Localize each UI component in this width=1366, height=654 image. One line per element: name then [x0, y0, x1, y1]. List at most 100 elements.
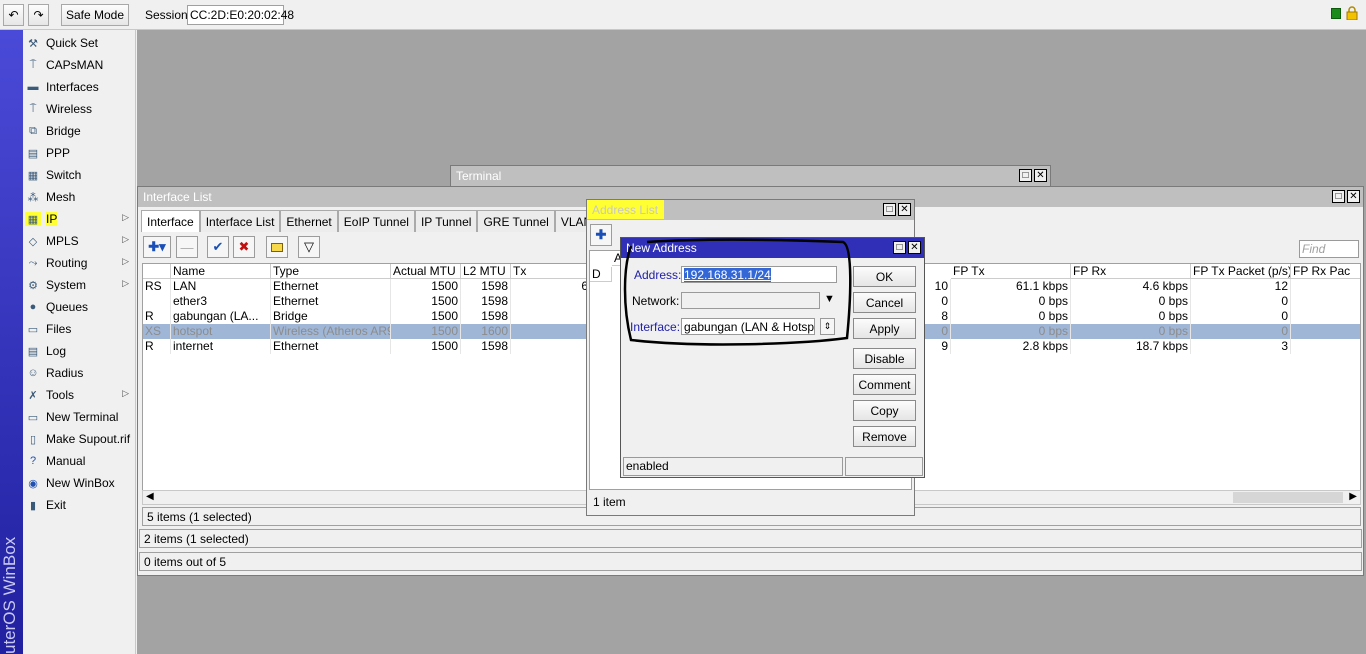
table-cell	[511, 309, 591, 324]
add-button[interactable]: ✚▾	[143, 236, 171, 258]
redo-button[interactable]: ↷	[28, 4, 49, 26]
menu-item-switch[interactable]: ▦ Switch	[25, 165, 133, 185]
menu-item-make-supout-rif[interactable]: ▯ Make Supout.rif	[25, 429, 133, 449]
address-col-d: D	[590, 267, 612, 282]
enable-button[interactable]: ✔	[207, 236, 229, 258]
menu-item-wireless[interactable]: ⍑ Wireless	[25, 99, 133, 119]
address-list-close-button[interactable]: ✕	[898, 203, 911, 216]
menu-item-radius[interactable]: ☺ Radius	[25, 363, 133, 383]
tab-ip-tunnel[interactable]: IP Tunnel	[414, 210, 478, 232]
table-cell: ether3	[171, 294, 271, 309]
column-header[interactable]: Name	[171, 264, 271, 279]
mesh-icon: ⁂	[27, 191, 39, 204]
session-field[interactable]: CC:2D:E0:20:02:48	[187, 5, 294, 25]
address-list-titlebar: Address List	[587, 200, 914, 220]
address-list-maximize-button[interactable]: □	[883, 203, 896, 216]
copy-button[interactable]: Copy	[853, 400, 916, 421]
apply-button[interactable]: Apply	[853, 318, 916, 339]
supout-icon: ▯	[29, 433, 37, 446]
address-list-status: 1 item	[589, 493, 912, 513]
capsman-icon: ⍑	[29, 58, 37, 71]
menu-item-label: Tools	[46, 388, 75, 402]
menu-item-ppp[interactable]: ▤ PPP	[25, 143, 133, 163]
table-cell: R	[143, 309, 171, 324]
menu-item-tools[interactable]: ✗ Tools ▷	[25, 385, 133, 405]
column-header[interactable]: FP Rx	[1071, 264, 1191, 279]
comment-button[interactable]: Comment	[853, 374, 916, 395]
brand-text: uterOS WinBox	[0, 536, 19, 654]
tab-interface-list[interactable]: Interface List	[199, 210, 281, 232]
ok-button[interactable]: OK	[853, 266, 916, 287]
column-header[interactable]: Actual MTU	[391, 264, 461, 279]
column-header[interactable]: FP Tx Packet (p/s)	[1191, 264, 1291, 279]
address-add-button[interactable]: ✚	[590, 224, 612, 246]
table-cell: 0	[1191, 294, 1291, 309]
table-cell: 0 bps	[951, 324, 1071, 339]
table-cell: 1598	[461, 339, 511, 354]
menu-item-mesh[interactable]: ⁂ Mesh	[25, 187, 133, 207]
menu-item-new-terminal[interactable]: ▭ New Terminal	[25, 407, 133, 427]
table-cell: Bridge	[271, 309, 391, 324]
scroll-thumb[interactable]	[1233, 492, 1343, 503]
remove-button[interactable]: —	[176, 236, 198, 258]
tab-interface[interactable]: Interface	[141, 210, 200, 232]
terminal-close-button[interactable]: ✕	[1034, 169, 1047, 182]
disable-button[interactable]: ✖	[233, 236, 255, 258]
find-input[interactable]: Find	[1299, 240, 1359, 258]
menu-item-bridge[interactable]: ⧉ Bridge	[25, 121, 133, 141]
column-header[interactable]: FP Rx Pac	[1291, 264, 1360, 279]
menu-item-routing[interactable]: ⤳ Routing ▷	[25, 253, 133, 273]
column-header[interactable]: Type	[271, 264, 391, 279]
menu-item-queues[interactable]: ● Queues	[25, 297, 133, 317]
menu-item-files[interactable]: ▭ Files	[25, 319, 133, 339]
tab-ethernet[interactable]: Ethernet	[280, 210, 338, 232]
column-header[interactable]: L2 MTU	[461, 264, 511, 279]
table-cell: XS	[143, 324, 171, 339]
menu-item-label: Manual	[46, 454, 86, 468]
menu-item-label: Bridge	[46, 124, 81, 138]
comment-button[interactable]	[266, 236, 288, 258]
menu-item-interfaces[interactable]: ▬ Interfaces	[25, 77, 133, 97]
redo-icon: ↷	[33, 8, 44, 22]
table-cell: 61.1 kbps	[951, 279, 1071, 294]
files-icon: ▭	[27, 323, 39, 336]
menu-item-log[interactable]: ▤ Log	[25, 341, 133, 361]
menu-item-capsman[interactable]: ⍑ CAPsMAN	[25, 55, 133, 75]
menu-item-system[interactable]: ⚙ System ▷	[25, 275, 133, 295]
lock-icon	[1346, 6, 1358, 21]
undo-button[interactable]: ↶	[3, 4, 24, 26]
menu-item-new-winbox[interactable]: ◉ New WinBox	[25, 473, 133, 493]
scroll-right-icon: ▶	[1349, 491, 1357, 502]
menu-item-ip[interactable]: ▦ IP ▷	[25, 209, 133, 229]
column-header[interactable]	[143, 264, 171, 279]
column-header[interactable]: FP Tx	[951, 264, 1071, 279]
menu-item-mpls[interactable]: ◇ MPLS ▷	[25, 231, 133, 251]
table-cell: Ethernet	[271, 339, 391, 354]
disable-button[interactable]: Disable	[853, 348, 916, 369]
menu-item-label: Wireless	[46, 102, 93, 116]
session-label: Session:	[145, 8, 192, 22]
menu-item-label: Exit	[46, 498, 67, 512]
tab-gre-tunnel[interactable]: GRE Tunnel	[477, 210, 555, 232]
tab-eoip-tunnel[interactable]: EoIP Tunnel	[337, 210, 415, 232]
interface-list-maximize-button[interactable]: □	[1332, 190, 1345, 203]
menu-item-manual[interactable]: ? Manual	[25, 451, 133, 471]
comment-icon	[271, 242, 283, 252]
table-cell: R	[143, 339, 171, 354]
menu-item-exit[interactable]: ▮ Exit	[25, 495, 133, 515]
new-address-dialog[interactable]: New Address □ ✕ Address: 192.168.31.1/24 …	[620, 237, 925, 478]
terminal-maximize-button[interactable]: □	[1019, 169, 1032, 182]
interface-list-close-button[interactable]: ✕	[1347, 190, 1360, 203]
column-header[interactable]: Tx	[511, 264, 591, 279]
menu-item-label: PPP	[46, 146, 71, 160]
menu-item-label: New WinBox	[46, 476, 115, 490]
filter-button[interactable]: ▽	[298, 236, 320, 258]
remove-button[interactable]: Remove	[853, 426, 916, 447]
menu-item-label: IP	[46, 212, 58, 226]
menu-item-quick-set[interactable]: ⚒ Quick Set	[25, 33, 133, 53]
log-icon: ▤	[27, 345, 39, 358]
cancel-button[interactable]: Cancel	[853, 292, 916, 313]
table-cell: 0 bps	[951, 309, 1071, 324]
safe-mode-button[interactable]: Safe Mode	[61, 4, 129, 26]
interface-list-tabs: Interface Interface List Ethernet EoIP Tunn…	[141, 210, 635, 232]
